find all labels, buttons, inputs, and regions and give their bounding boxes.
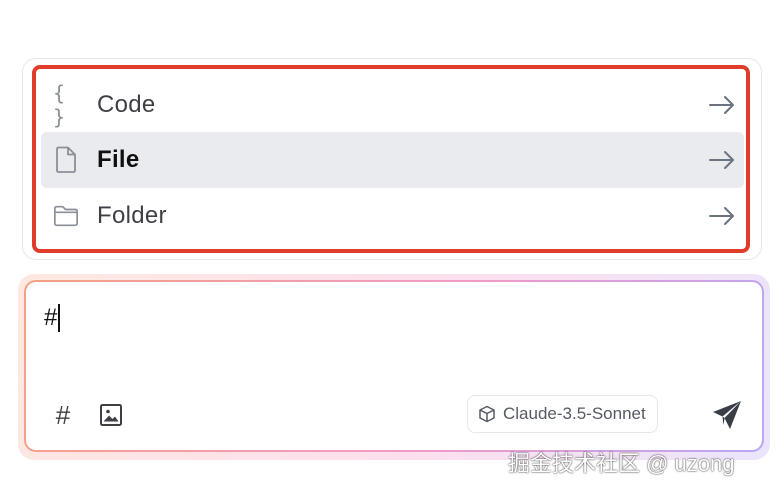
- send-icon: [713, 401, 741, 429]
- watermark: 掘金技术社区 @ uzong: [508, 451, 735, 476]
- model-selector[interactable]: Claude-3.5-Sonnet: [467, 395, 658, 433]
- attach-image-button[interactable]: [96, 400, 126, 430]
- arrow-right-icon: [708, 206, 736, 226]
- arrow-right-icon: [708, 150, 736, 170]
- folder-icon: [53, 202, 79, 230]
- chat-input-field[interactable]: #: [44, 304, 61, 332]
- menu-item-folder[interactable]: Folder: [41, 188, 744, 244]
- menu-item-label: File: [97, 146, 140, 173]
- menu-item-label: Folder: [97, 202, 167, 229]
- chat-input-value: #: [44, 304, 58, 331]
- send-button[interactable]: [708, 396, 746, 434]
- cube-icon: [479, 405, 495, 423]
- menu-item-file[interactable]: File: [41, 132, 744, 188]
- code-braces-icon: { }: [53, 81, 68, 129]
- model-name: Claude-3.5-Sonnet: [503, 404, 646, 423]
- arrow-right-icon: [708, 95, 736, 115]
- hash-mention-button[interactable]: #: [48, 400, 78, 430]
- hash-icon: #: [55, 399, 71, 430]
- file-icon: [53, 146, 79, 174]
- image-icon: [100, 404, 122, 426]
- menu-item-code[interactable]: { } Code: [41, 77, 744, 133]
- menu-item-label: Code: [97, 91, 156, 118]
- chat-input-box[interactable]: # # Claude-3.5-Sonnet: [26, 282, 762, 450]
- page: { } Code File Folder # # Claude-3.5-Sonn…: [0, 0, 784, 490]
- composer-frame: # # Claude-3.5-Sonnet: [24, 280, 764, 452]
- text-caret: [58, 304, 61, 332]
